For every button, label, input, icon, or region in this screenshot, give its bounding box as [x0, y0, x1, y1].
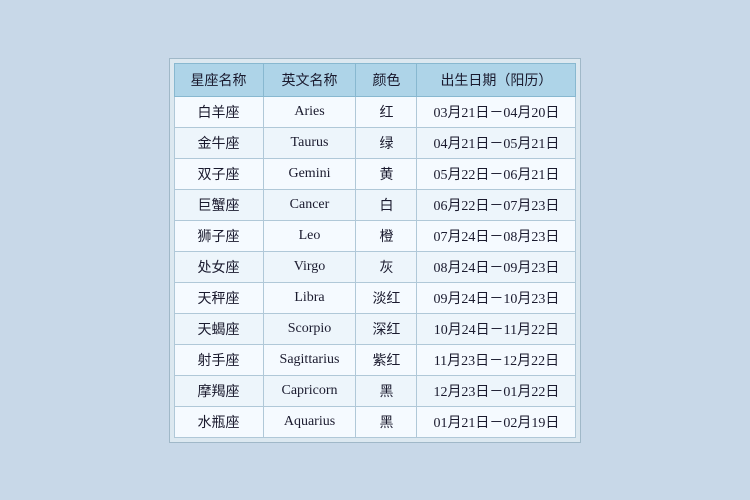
- cell-r2-c1: Gemini: [263, 158, 356, 189]
- cell-r1-c3: 04月21日－05月21日: [417, 127, 576, 158]
- header-col-3: 出生日期（阳历）: [417, 63, 576, 96]
- cell-r7-c1: Scorpio: [263, 313, 356, 344]
- cell-r6-c3: 09月24日－10月23日: [417, 282, 576, 313]
- cell-r7-c0: 天蝎座: [174, 313, 263, 344]
- cell-r9-c0: 摩羯座: [174, 375, 263, 406]
- cell-r8-c2: 紫红: [356, 344, 417, 375]
- cell-r8-c0: 射手座: [174, 344, 263, 375]
- table-container: 星座名称英文名称颜色出生日期（阳历） 白羊座Aries红03月21日－04月20…: [169, 58, 582, 443]
- cell-r2-c3: 05月22日－06月21日: [417, 158, 576, 189]
- cell-r8-c3: 11月23日－12月22日: [417, 344, 576, 375]
- cell-r1-c1: Taurus: [263, 127, 356, 158]
- cell-r3-c3: 06月22日－07月23日: [417, 189, 576, 220]
- cell-r10-c1: Aquarius: [263, 406, 356, 437]
- table-row: 天蝎座Scorpio深红10月24日－11月22日: [174, 313, 576, 344]
- cell-r2-c2: 黄: [356, 158, 417, 189]
- table-row: 处女座Virgo灰08月24日－09月23日: [174, 251, 576, 282]
- cell-r6-c0: 天秤座: [174, 282, 263, 313]
- cell-r5-c3: 08月24日－09月23日: [417, 251, 576, 282]
- cell-r9-c1: Capricorn: [263, 375, 356, 406]
- table-row: 双子座Gemini黄05月22日－06月21日: [174, 158, 576, 189]
- cell-r5-c0: 处女座: [174, 251, 263, 282]
- cell-r3-c1: Cancer: [263, 189, 356, 220]
- cell-r1-c0: 金牛座: [174, 127, 263, 158]
- cell-r4-c1: Leo: [263, 220, 356, 251]
- cell-r9-c2: 黑: [356, 375, 417, 406]
- table-row: 白羊座Aries红03月21日－04月20日: [174, 96, 576, 127]
- cell-r2-c0: 双子座: [174, 158, 263, 189]
- cell-r0-c0: 白羊座: [174, 96, 263, 127]
- cell-r0-c3: 03月21日－04月20日: [417, 96, 576, 127]
- cell-r10-c2: 黑: [356, 406, 417, 437]
- table-header-row: 星座名称英文名称颜色出生日期（阳历）: [174, 63, 576, 96]
- cell-r0-c1: Aries: [263, 96, 356, 127]
- cell-r8-c1: Sagittarius: [263, 344, 356, 375]
- cell-r9-c3: 12月23日－01月22日: [417, 375, 576, 406]
- table-row: 巨蟹座Cancer白06月22日－07月23日: [174, 189, 576, 220]
- table-row: 天秤座Libra淡红09月24日－10月23日: [174, 282, 576, 313]
- cell-r5-c1: Virgo: [263, 251, 356, 282]
- cell-r10-c0: 水瓶座: [174, 406, 263, 437]
- cell-r4-c0: 狮子座: [174, 220, 263, 251]
- table-row: 水瓶座Aquarius黑01月21日－02月19日: [174, 406, 576, 437]
- table-row: 射手座Sagittarius紫红11月23日－12月22日: [174, 344, 576, 375]
- header-col-1: 英文名称: [263, 63, 356, 96]
- header-col-2: 颜色: [356, 63, 417, 96]
- header-col-0: 星座名称: [174, 63, 263, 96]
- cell-r4-c3: 07月24日－08月23日: [417, 220, 576, 251]
- table-row: 狮子座Leo橙07月24日－08月23日: [174, 220, 576, 251]
- cell-r10-c3: 01月21日－02月19日: [417, 406, 576, 437]
- cell-r4-c2: 橙: [356, 220, 417, 251]
- cell-r7-c3: 10月24日－11月22日: [417, 313, 576, 344]
- cell-r1-c2: 绿: [356, 127, 417, 158]
- zodiac-table: 星座名称英文名称颜色出生日期（阳历） 白羊座Aries红03月21日－04月20…: [174, 63, 577, 438]
- cell-r3-c2: 白: [356, 189, 417, 220]
- cell-r5-c2: 灰: [356, 251, 417, 282]
- table-row: 金牛座Taurus绿04月21日－05月21日: [174, 127, 576, 158]
- cell-r6-c1: Libra: [263, 282, 356, 313]
- cell-r3-c0: 巨蟹座: [174, 189, 263, 220]
- table-row: 摩羯座Capricorn黑12月23日－01月22日: [174, 375, 576, 406]
- cell-r7-c2: 深红: [356, 313, 417, 344]
- cell-r0-c2: 红: [356, 96, 417, 127]
- cell-r6-c2: 淡红: [356, 282, 417, 313]
